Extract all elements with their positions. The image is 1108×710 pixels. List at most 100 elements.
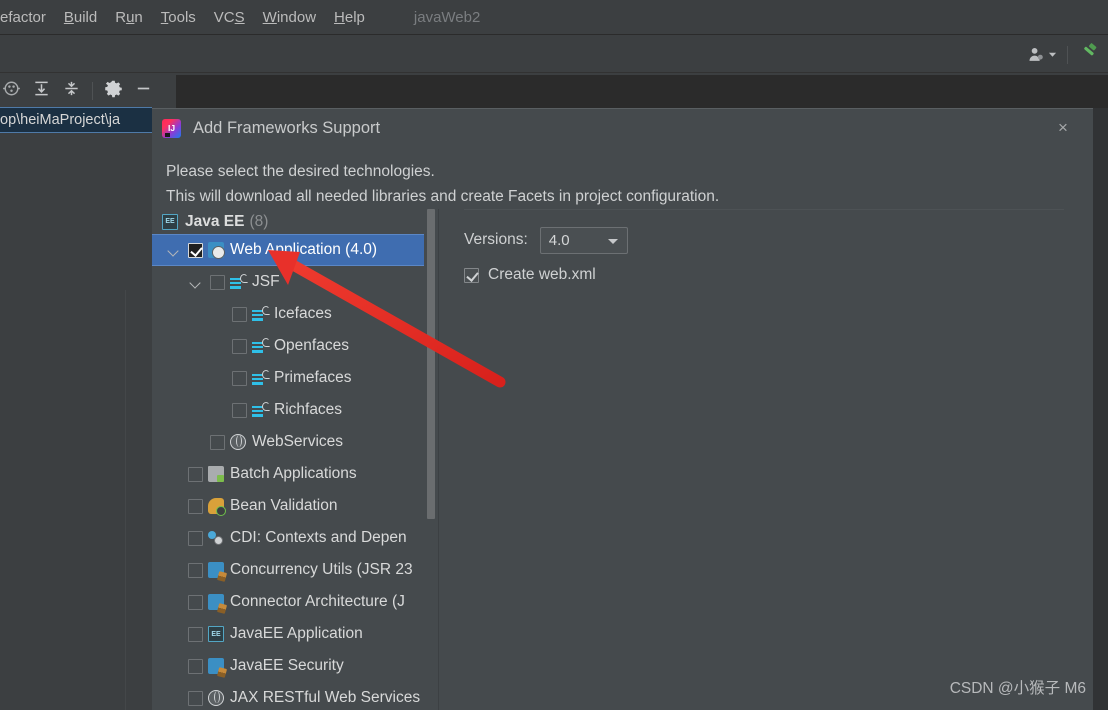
tree-row-checkbox[interactable] [188, 562, 203, 578]
menu-item-run[interactable]: Run [106, 0, 152, 35]
project-path-field[interactable]: op\heiMaProject\ja [0, 107, 152, 133]
javaee-icon [208, 626, 224, 642]
tree-row-label: Bean Validation [230, 497, 338, 514]
tree-row-checkbox[interactable] [232, 306, 247, 322]
framework-config-panel: Versions: 4.0 Create web.xml [442, 209, 1093, 710]
jsf-icon [230, 274, 248, 290]
tree-row-checkbox[interactable] [188, 626, 203, 642]
tree-row-checkbox[interactable] [232, 402, 247, 418]
tree-row[interactable]: Connector Architecture (J [152, 586, 442, 618]
tree-scrollbar[interactable] [424, 209, 436, 710]
tree-row[interactable]: CDI: Contexts and Depen [152, 522, 442, 554]
ide-toolbar [0, 36, 1108, 73]
bean-validation-icon [208, 498, 226, 516]
jsf-icon [252, 370, 270, 386]
tree-row-label: Openfaces [274, 337, 349, 354]
ide-right-edge [1093, 108, 1108, 710]
tree-row[interactable]: Bean Validation [152, 490, 442, 522]
tree-row[interactable]: JavaEE Application [152, 618, 442, 650]
chevron-down-icon[interactable] [166, 243, 181, 258]
tree-row-label: Primefaces [274, 369, 352, 386]
settings-gear-icon[interactable] [104, 79, 123, 103]
cdi-icon [208, 530, 224, 546]
tree-row[interactable]: WebServices [152, 426, 442, 458]
tree-row[interactable]: Concurrency Utils (JSR 23 [152, 554, 442, 586]
tree-row-label: JAX RESTful Web Services [230, 689, 421, 706]
create-webxml-checkbox[interactable] [464, 267, 479, 283]
tree-row-checkbox[interactable] [188, 498, 203, 514]
tree-row-checkbox[interactable] [188, 658, 203, 674]
tree-row-checkbox[interactable] [188, 594, 203, 610]
tree-column-divider [438, 209, 439, 710]
tree-row-label: Richfaces [274, 401, 343, 418]
editor-background [176, 75, 1108, 108]
connector-icon [208, 658, 224, 674]
build-hammer-icon[interactable] [1078, 41, 1100, 68]
tree-row-label: Icefaces [274, 305, 332, 322]
tree-row-label: Web Application (4.0) [230, 241, 378, 258]
tree-row[interactable]: Web Application (4.0) [152, 234, 424, 266]
menu-item-window[interactable]: Window [254, 0, 325, 35]
tree-row-list: Web Application (4.0) JSF Icefaces Openface… [152, 234, 442, 710]
tree-group-label: Java EE [185, 212, 245, 230]
tree-row-checkbox[interactable] [188, 466, 203, 482]
web-application-icon [208, 242, 225, 259]
tree-row-label: Concurrency Utils (JSR 23 [230, 561, 413, 578]
tree-row[interactable]: Richfaces [152, 394, 442, 426]
intellij-idea-icon [162, 118, 181, 138]
toolwindow-icon-group [0, 73, 153, 108]
chevron-down-icon[interactable] [188, 275, 203, 290]
tree-row-checkbox[interactable] [188, 690, 203, 706]
user-account-icon[interactable] [1028, 46, 1057, 63]
tree-row-label: JSF [252, 273, 280, 290]
menu-item-tools[interactable]: Tools [152, 0, 205, 35]
config-top-rule [464, 209, 1064, 210]
tree-row[interactable]: Openfaces [152, 330, 442, 362]
tree-row[interactable]: JAX RESTful Web Services [152, 682, 442, 710]
dialog-body: Java EE (8) Web Application (4.0) JSF Icef… [152, 209, 1093, 710]
tree-group-count: (8) [249, 212, 269, 230]
close-icon[interactable]: × [1053, 118, 1073, 138]
toolwindow-divider [92, 81, 93, 100]
versions-row: Versions: 4.0 [464, 225, 1093, 255]
dialog-title: Add Frameworks Support [193, 118, 381, 137]
versions-select[interactable]: 4.0 [539, 226, 628, 254]
description-line-2: This will download all needed libraries … [166, 188, 720, 205]
hide-toolwindow-icon[interactable] [134, 79, 153, 103]
create-webxml-row[interactable]: Create web.xml [464, 266, 1093, 284]
javaee-icon [162, 213, 178, 230]
project-name-label: javaWeb2 [413, 8, 481, 26]
tree-group-header: Java EE (8) [152, 209, 442, 234]
tree-row-checkbox[interactable] [232, 370, 247, 386]
tree-row-checkbox[interactable] [188, 242, 203, 258]
tree-row[interactable]: Primefaces [152, 362, 442, 394]
tree-row[interactable]: Batch Applications [152, 458, 442, 490]
toolbar-divider [1067, 45, 1068, 64]
chevron-down-icon [607, 238, 618, 244]
screen-root: efactor Build Run Tools VCS Window Help javaWe… [0, 0, 1108, 710]
tree-row-label: WebServices [252, 433, 344, 450]
tree-row-checkbox[interactable] [210, 434, 225, 450]
frameworks-tree: Java EE (8) Web Application (4.0) JSF Icef… [152, 209, 442, 710]
tree-row-label: JavaEE Application [230, 625, 363, 642]
tree-row-checkbox[interactable] [232, 338, 247, 354]
menu-item-build[interactable]: Build [55, 0, 106, 35]
tree-row[interactable]: JavaEE Security [152, 650, 442, 682]
menu-item-help[interactable]: Help [325, 0, 374, 35]
jsf-icon [252, 402, 270, 418]
locate-icon[interactable] [2, 79, 21, 103]
tree-row-checkbox[interactable] [188, 530, 203, 546]
add-frameworks-support-dialog: Add Frameworks Support × Please select t… [152, 108, 1093, 710]
expand-all-icon[interactable] [32, 79, 51, 103]
tree-row[interactable]: JSF [152, 266, 442, 298]
collapse-all-icon[interactable] [62, 79, 81, 103]
jsf-icon [252, 338, 270, 354]
tree-scrollbar-thumb[interactable] [427, 209, 435, 519]
tree-row-checkbox[interactable] [210, 274, 225, 290]
tree-row-label: Batch Applications [230, 465, 357, 482]
versions-selected-value: 4.0 [548, 231, 570, 249]
menu-item-efactor[interactable]: efactor [0, 0, 55, 35]
create-webxml-label: Create web.xml [488, 266, 596, 283]
tree-row[interactable]: Icefaces [152, 298, 442, 330]
menu-item-vcs[interactable]: VCS [205, 0, 254, 35]
